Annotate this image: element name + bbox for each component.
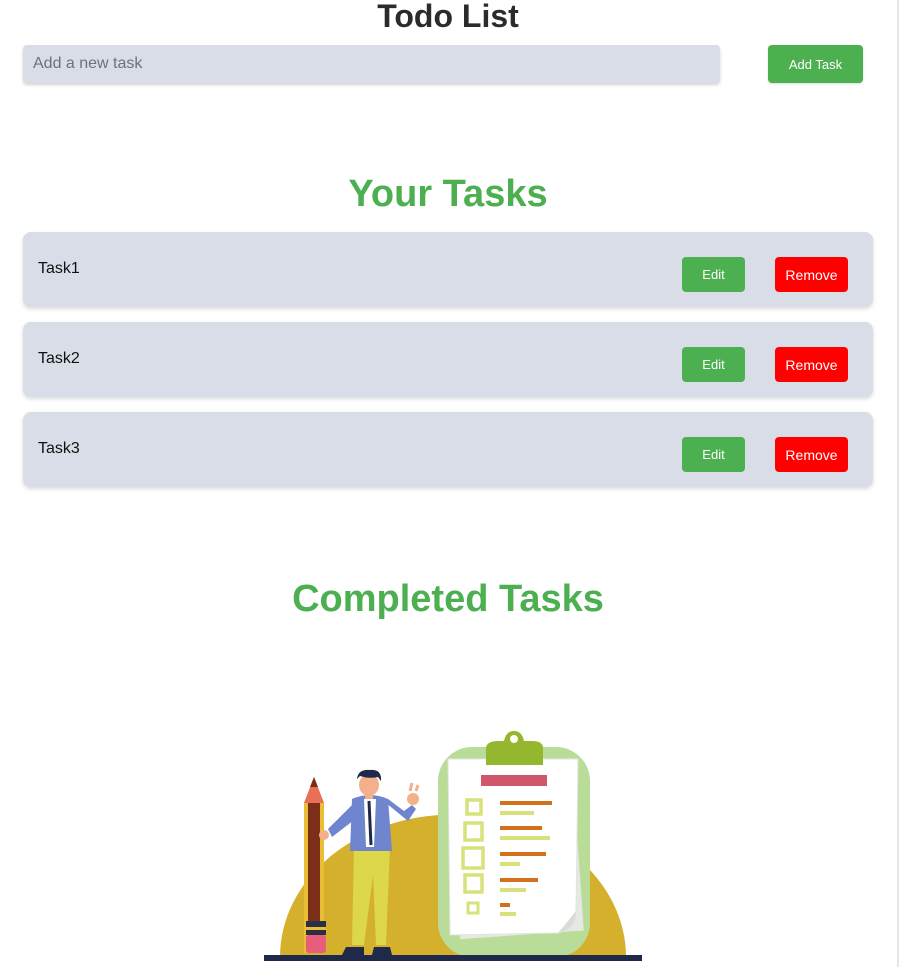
page-title: Todo List <box>377 0 519 34</box>
remove-button[interactable]: Remove <box>775 437 848 472</box>
task-item: Task3 Edit Remove <box>23 412 873 487</box>
task-list: Task1 Edit Remove Task2 Edit Remove Task… <box>23 232 873 502</box>
remove-button[interactable]: Remove <box>775 257 848 292</box>
edit-button[interactable]: Edit <box>682 257 745 292</box>
task-item: Task2 Edit Remove <box>23 322 873 397</box>
checklist-illustration <box>264 731 642 961</box>
new-task-input[interactable] <box>23 45 720 83</box>
add-task-button[interactable]: Add Task <box>768 45 863 83</box>
edit-button[interactable]: Edit <box>682 437 745 472</box>
remove-button[interactable]: Remove <box>775 347 848 382</box>
task-name: Task3 <box>38 440 80 457</box>
completed-tasks-heading: Completed Tasks <box>292 578 604 620</box>
your-tasks-heading: Your Tasks <box>348 173 548 215</box>
task-name: Task1 <box>38 260 80 277</box>
page-divider <box>897 0 899 967</box>
task-name: Task2 <box>38 350 80 367</box>
task-item: Task1 Edit Remove <box>23 232 873 307</box>
edit-button[interactable]: Edit <box>682 347 745 382</box>
